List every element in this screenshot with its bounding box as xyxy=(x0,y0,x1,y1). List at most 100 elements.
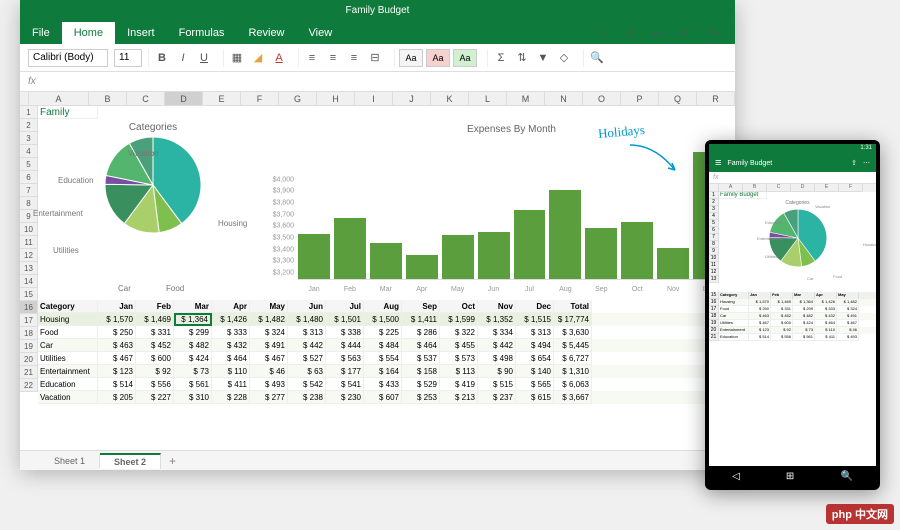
lightbulb-icon[interactable]: ♀ xyxy=(593,24,611,42)
row-header-5[interactable]: 5 xyxy=(20,158,38,171)
col-header-E[interactable]: E xyxy=(203,92,241,106)
col-header-Q[interactable]: Q xyxy=(659,92,697,106)
table-cell[interactable]: $ 432 xyxy=(212,339,250,352)
table-cell[interactable]: Housing xyxy=(38,313,98,326)
row-header-7[interactable]: 7 xyxy=(20,184,38,197)
row-header-12[interactable]: 12 xyxy=(20,249,38,262)
table-cell[interactable]: $ 227 xyxy=(136,391,174,404)
table-cell[interactable]: $ 228 xyxy=(212,391,250,404)
table-cell[interactable]: $ 1,426 xyxy=(212,313,250,326)
table-cell[interactable]: $ 529 xyxy=(402,378,440,391)
table-cell[interactable]: $ 1,480 xyxy=(288,313,326,326)
table-cell[interactable]: $ 338 xyxy=(326,326,364,339)
add-sheet-button[interactable]: + xyxy=(161,452,184,470)
table-cell[interactable]: $ 411 xyxy=(212,378,250,391)
table-cell[interactable]: $ 225 xyxy=(364,326,402,339)
table-cell[interactable]: $ 1,515 xyxy=(516,313,554,326)
table-cell[interactable]: $ 237 xyxy=(478,391,516,404)
cell-a1-title[interactable]: Family Budget xyxy=(38,106,98,119)
font-color-button[interactable]: A xyxy=(270,49,288,67)
table-cell[interactable]: $ 1,599 xyxy=(440,313,478,326)
table-cell[interactable]: $ 164 xyxy=(364,365,402,378)
table-cell[interactable]: $ 463 xyxy=(98,339,136,352)
row-header-9[interactable]: 9 xyxy=(20,210,38,223)
table-cell[interactable]: $ 123 xyxy=(98,365,136,378)
table-cell[interactable]: $ 556 xyxy=(136,378,174,391)
table-cell[interactable]: $ 537 xyxy=(402,352,440,365)
table-header-cell[interactable]: May xyxy=(250,300,288,313)
table-header-cell[interactable]: Jul xyxy=(326,300,364,313)
col-header-N[interactable]: N xyxy=(545,92,583,106)
merge-button[interactable]: ⊟ xyxy=(366,49,384,67)
table-cell[interactable]: $ 324 xyxy=(250,326,288,339)
table-cell[interactable]: $ 494 xyxy=(516,339,554,352)
table-cell[interactable]: $ 205 xyxy=(98,391,136,404)
table-cell[interactable]: $ 573 xyxy=(440,352,478,365)
table-cell[interactable]: $ 1,570 xyxy=(98,313,136,326)
phone-back-icon[interactable]: ◁ xyxy=(732,471,740,482)
bar-chart[interactable]: Expenses By Month Holidays $3,200$3,300$… xyxy=(268,120,735,295)
spreadsheet-grid[interactable]: ABCDEFGHIJKLMNOPQR 123456789101112131415… xyxy=(20,92,735,450)
row-header-11[interactable]: 11 xyxy=(20,236,38,249)
table-cell[interactable]: $ 277 xyxy=(250,391,288,404)
table-cell[interactable]: $ 607 xyxy=(364,391,402,404)
row-header-16[interactable]: 16 xyxy=(20,301,38,314)
table-cell[interactable]: $ 464 xyxy=(212,352,250,365)
col-header-H[interactable]: H xyxy=(317,92,355,106)
table-cell[interactable]: $ 299 xyxy=(174,326,212,339)
fill-color-button[interactable]: ◢ xyxy=(249,49,267,67)
table-cell[interactable]: Vacation xyxy=(38,391,98,404)
col-header-I[interactable]: I xyxy=(355,92,393,106)
table-header-cell[interactable]: Jun xyxy=(288,300,326,313)
ribbon-tab-insert[interactable]: Insert xyxy=(115,22,167,44)
table-cell[interactable]: $ 113 xyxy=(440,365,478,378)
fx-icon[interactable]: fx xyxy=(28,76,36,87)
read-icon[interactable]: ▭ xyxy=(649,24,667,42)
table-cell[interactable]: $ 563 xyxy=(326,352,364,365)
table-cell[interactable]: $ 213 xyxy=(440,391,478,404)
table-cell[interactable]: $ 498 xyxy=(478,352,516,365)
table-cell[interactable]: $ 6,727 xyxy=(554,352,592,365)
row-header-19[interactable]: 19 xyxy=(20,340,38,353)
ribbon-tab-review[interactable]: Review xyxy=(236,22,296,44)
table-cell[interactable]: $ 484 xyxy=(364,339,402,352)
sort-button[interactable]: ⇅ xyxy=(513,49,531,67)
col-header-J[interactable]: J xyxy=(393,92,431,106)
table-cell[interactable]: $ 333 xyxy=(212,326,250,339)
table-cell[interactable]: $ 63 xyxy=(288,365,326,378)
table-cell[interactable]: Car xyxy=(38,339,98,352)
table-header-cell[interactable]: Oct xyxy=(440,300,478,313)
table-cell[interactable]: Food xyxy=(38,326,98,339)
hamburger-icon[interactable]: ≡ xyxy=(715,157,721,169)
select-all-corner[interactable] xyxy=(20,92,29,106)
col-header-D[interactable]: D xyxy=(165,92,203,106)
cell-style-good[interactable]: Aa xyxy=(453,49,477,67)
font-family-select[interactable] xyxy=(28,49,108,67)
phone-formula-bar[interactable]: fx xyxy=(709,172,876,184)
table-cell[interactable]: Entertainment xyxy=(38,365,98,378)
italic-button[interactable]: I xyxy=(174,49,192,67)
table-cell[interactable]: $ 554 xyxy=(364,352,402,365)
col-header-M[interactable]: M xyxy=(507,92,545,106)
table-cell[interactable]: $ 250 xyxy=(98,326,136,339)
table-header-cell[interactable]: Sep xyxy=(402,300,440,313)
phone-home-icon[interactable]: ⊞ xyxy=(786,471,794,482)
table-header-cell[interactable]: Jan xyxy=(98,300,136,313)
row-header-15[interactable]: 15 xyxy=(20,288,38,301)
table-cell[interactable]: $ 455 xyxy=(440,339,478,352)
row-header-13[interactable]: 13 xyxy=(20,262,38,275)
table-cell[interactable]: $ 1,411 xyxy=(402,313,440,326)
col-header-A[interactable]: A xyxy=(29,92,89,106)
border-button[interactable]: ▦ xyxy=(228,49,246,67)
table-cell[interactable]: $ 3,630 xyxy=(554,326,592,339)
bold-button[interactable]: B xyxy=(153,49,171,67)
table-cell[interactable]: $ 467 xyxy=(250,352,288,365)
row-header-21[interactable]: 21 xyxy=(20,366,38,379)
table-cell[interactable]: $ 46 xyxy=(250,365,288,378)
table-header-cell[interactable]: Dec xyxy=(516,300,554,313)
table-cell[interactable]: $ 73 xyxy=(174,365,212,378)
table-cell[interactable]: $ 3,667 xyxy=(554,391,592,404)
table-cell[interactable]: $ 313 xyxy=(288,326,326,339)
cell-style-normal[interactable]: Aa xyxy=(399,49,423,67)
table-cell[interactable]: $ 313 xyxy=(516,326,554,339)
